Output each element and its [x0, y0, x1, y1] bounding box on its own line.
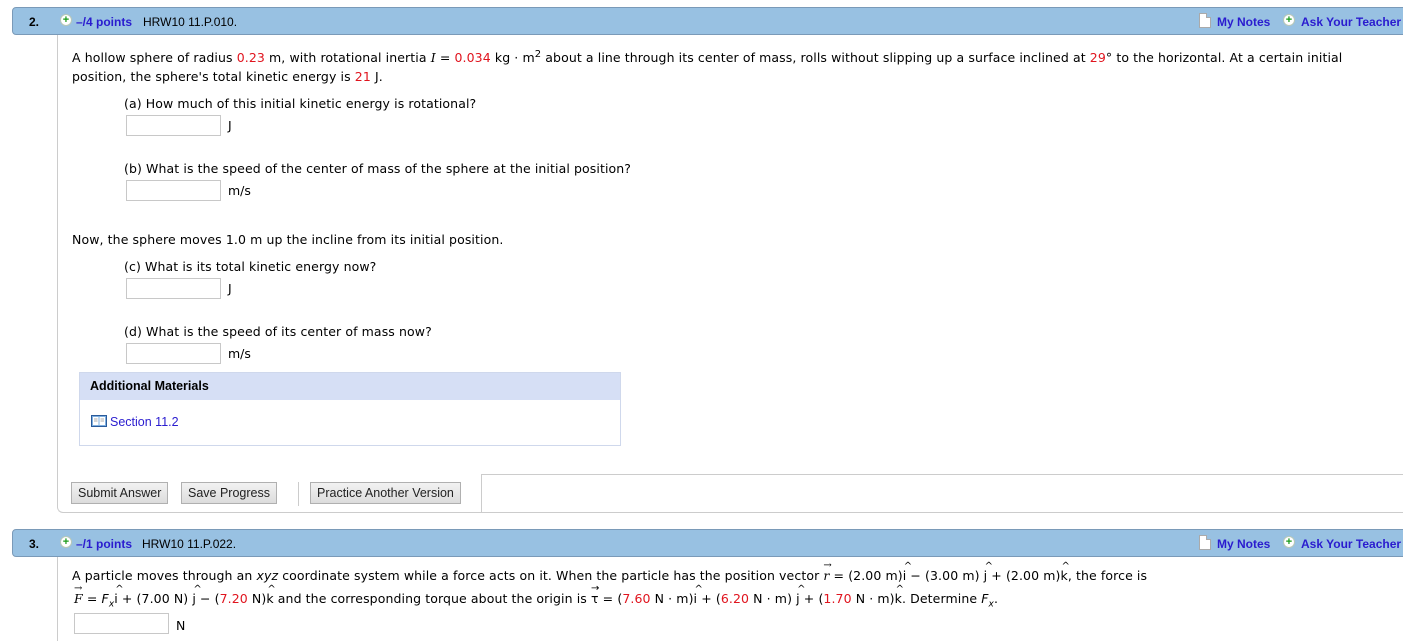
question-number: 2. [29, 15, 40, 29]
energy-value: 21 [354, 69, 371, 84]
problem-text-line-1: A hollow sphere of radius 0.23 m, with r… [72, 49, 1343, 66]
part-a-input[interactable] [126, 115, 221, 136]
radius-value: 0.23 [236, 50, 265, 66]
points-link[interactable]: –/4 points [76, 15, 132, 29]
q3-answer-unit: N [176, 618, 186, 633]
ask-teacher-link[interactable]: Ask Your Teacher [1301, 15, 1401, 29]
part-c-unit: J [228, 281, 232, 296]
part-c-input[interactable] [126, 278, 221, 299]
torque-y-value: 6.20 [720, 591, 750, 606]
question-3-header: 3. + –/1 points HRW10 11.P.022. My Notes… [12, 529, 1403, 557]
button-separator [298, 482, 299, 506]
part-a-label: (a) How much of this initial kinetic ene… [124, 96, 477, 111]
expand-points-icon[interactable]: + [60, 14, 72, 26]
part-b-input[interactable] [126, 180, 221, 201]
notes-icon[interactable] [1199, 535, 1211, 550]
expand-points-icon[interactable]: + [60, 536, 72, 548]
q3-problem-line-1: A particle moves through an xyz coordina… [72, 560, 1148, 583]
problem-text-line-2: position, the sphere's total kinetic ene… [72, 69, 383, 84]
additional-materials-title: Additional Materials [80, 373, 620, 400]
my-notes-link[interactable]: My Notes [1217, 15, 1270, 29]
q3-answer-input[interactable] [74, 613, 169, 634]
ask-teacher-icon[interactable]: + [1283, 536, 1295, 548]
part-d-label: (d) What is the speed of its center of m… [124, 324, 432, 339]
part-d-unit: m/s [228, 346, 251, 361]
points-link[interactable]: –/1 points [76, 537, 132, 551]
question-3-left-border [57, 557, 58, 641]
torque-z-value: 1.70 [823, 591, 852, 606]
ask-teacher-link[interactable]: Ask Your Teacher [1301, 537, 1401, 551]
inertia-value: 0.034 [454, 50, 491, 66]
force-z-value: 7.20 [219, 591, 248, 606]
question-code: HRW10 11.P.022. [142, 537, 237, 551]
position-vector-symbol: → r [823, 560, 832, 583]
ask-teacher-icon[interactable]: + [1283, 14, 1295, 26]
my-notes-link[interactable]: My Notes [1217, 537, 1270, 551]
button-bar-edge [481, 474, 482, 512]
question-number: 3. [29, 537, 40, 551]
question-code: HRW10 11.P.010. [143, 15, 238, 29]
force-vector-symbol: → F [74, 583, 83, 606]
torque-vector-symbol: → τ [590, 583, 600, 606]
interlude-text: Now, the sphere moves 1.0 m up the incli… [72, 232, 504, 247]
submit-answer-button[interactable]: Submit Answer [71, 482, 169, 504]
part-b-unit: m/s [228, 183, 251, 198]
book-icon [91, 415, 107, 427]
save-progress-button[interactable]: Save Progress [181, 482, 277, 504]
practice-another-version-button[interactable]: Practice Another Version [310, 482, 461, 504]
part-d-input[interactable] [126, 343, 221, 364]
question-2-header: 2. + –/4 points HRW10 11.P.010. My Notes… [12, 7, 1403, 35]
angle-value: 29 [1089, 50, 1106, 66]
part-b-label: (b) What is the speed of the center of m… [124, 161, 632, 176]
notes-icon[interactable] [1199, 13, 1211, 28]
question-2-left-border [57, 35, 58, 475]
button-bar: Submit Answer Save Progress Practice Ano… [57, 474, 1403, 513]
q3-problem-line-2: → F = Fx ^ i + (7.00 N) ^ j − (7.20 N) ^ k and… [74, 583, 999, 610]
additional-materials-panel: Additional Materials Section 11.2 [79, 372, 621, 446]
button-bar-divider [481, 474, 1403, 475]
part-c-label: (c) What is its total kinetic energy now… [124, 259, 377, 274]
section-link[interactable]: Section 11.2 [110, 415, 179, 429]
torque-x-value: 7.60 [622, 591, 651, 606]
part-a-unit: J [228, 118, 232, 133]
